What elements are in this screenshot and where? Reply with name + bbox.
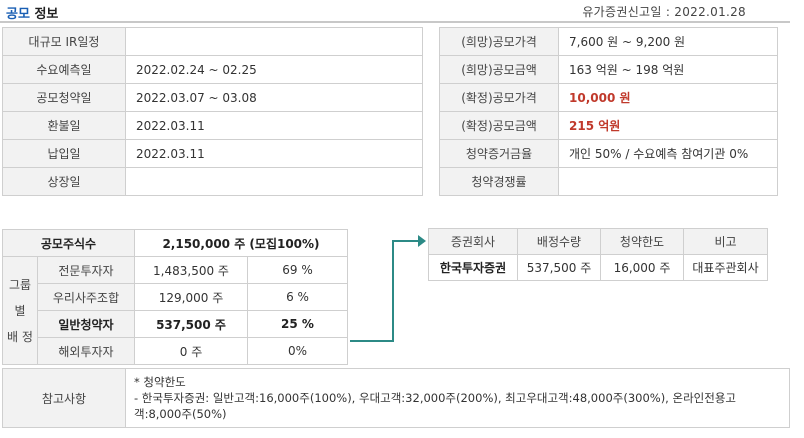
- schedule-value: 2022.03.07 ~ 03.08: [125, 83, 423, 112]
- table-row: 청약증거금율 개인 50% / 수요예측 참여기관 0%: [439, 139, 778, 168]
- group-allocation-label: 그룹별 배 정: [2, 256, 38, 365]
- table-row: 공모청약일 2022.03.07 ~ 03.08: [2, 83, 423, 112]
- allocated-pct: 25 %: [247, 310, 348, 338]
- schedule-label: 상장일: [2, 167, 126, 196]
- schedule-label: 대규모 IR일정: [2, 27, 126, 56]
- investor-type: 전문투자자: [37, 256, 135, 284]
- table-row: (확정)공모금액 215 억원: [439, 111, 778, 140]
- schedule-value: 2022.03.11: [125, 111, 423, 140]
- pricing-label: (확정)공모가격: [439, 83, 559, 112]
- investor-type: 해외투자자: [37, 337, 135, 365]
- notes-table: 참고사항 * 청약한도 - 한국투자증권: 일반고객:16,000주(100%)…: [2, 368, 790, 428]
- pricing-label: (희망)공모가격: [439, 27, 559, 56]
- allocated-shares: 1,483,500 주: [134, 256, 248, 284]
- group-label-line1: 그룹별: [8, 277, 32, 318]
- schedule-value: [125, 27, 423, 56]
- underwriter-qty: 537,500 주: [517, 254, 601, 281]
- table-row: 참고사항 * 청약한도 - 한국투자증권: 일반고객:16,000주(100%)…: [2, 368, 790, 428]
- allocated-shares: 537,500 주: [134, 310, 248, 338]
- column-header: 증권회사: [428, 228, 518, 255]
- allocated-pct: 0%: [247, 337, 348, 365]
- table-row: 해외투자자 0 주 0%: [3, 337, 348, 365]
- table-header-row: 증권회사 배정수량 청약한도 비고: [428, 228, 768, 255]
- underwriter-note: 대표주관회사: [683, 254, 768, 281]
- schedule-label: 납입일: [2, 139, 126, 168]
- pricing-table: (희망)공모가격 7,600 원 ~ 9,200 원 (희망)공모금액 163 …: [439, 27, 778, 196]
- table-row: 그룹별 배 정 전문투자자 1,483,500 주 69 %: [2, 256, 348, 365]
- schedule-table: 대규모 IR일정 수요예측일 2022.02.24 ~ 02.25 공모청약일 …: [2, 27, 423, 196]
- pricing-label: 청약증거금율: [439, 139, 559, 168]
- table-row: 상장일: [2, 167, 423, 196]
- title-suffix: 정보: [34, 7, 59, 22]
- underwriter-table: 증권회사 배정수량 청약한도 비고 한국투자증권 537,500 주 16,00…: [428, 228, 768, 281]
- pricing-label: 청약경쟁률: [439, 167, 559, 196]
- table-row: 대규모 IR일정: [2, 27, 423, 56]
- pricing-label: (희망)공모금액: [439, 55, 559, 84]
- notes-line: - 한국투자증권: 일반고객:16,000주(100%), 우대고객:32,00…: [134, 391, 736, 421]
- table-row: 환불일 2022.03.11: [2, 111, 423, 140]
- total-shares-label: 공모주식수: [2, 229, 135, 257]
- allocated-shares: 129,000 주: [134, 283, 248, 311]
- schedule-value: [125, 167, 423, 196]
- group-label-line2: 배 정: [7, 329, 33, 344]
- table-row: (희망)공모가격 7,600 원 ~ 9,200 원: [439, 27, 778, 56]
- table-row: 일반청약자 537,500 주 25 %: [3, 310, 348, 338]
- schedule-label: 수요예측일: [2, 55, 126, 84]
- column-header: 청약한도: [600, 228, 684, 255]
- arrow-right-icon: [418, 235, 426, 247]
- table-row: (희망)공모금액 163 억원 ~ 198 억원: [439, 55, 778, 84]
- connector-line: [392, 240, 394, 342]
- pricing-value: 163 억원 ~ 198 억원: [558, 55, 778, 84]
- filing-date: 유가증권신고일 : 2022.01.28: [582, 5, 746, 19]
- schedule-value: 2022.03.11: [125, 139, 423, 168]
- connector-line: [392, 240, 420, 242]
- pricing-label: (확정)공모금액: [439, 111, 559, 140]
- pricing-value: 215 억원: [558, 111, 778, 140]
- table-row: 우리사주조합 129,000 주 6 %: [3, 283, 348, 311]
- allocated-shares: 0 주: [134, 337, 248, 365]
- investor-type: 일반청약자: [37, 310, 135, 338]
- underwriter-company: 한국투자증권: [428, 254, 518, 281]
- column-header: 비고: [683, 228, 768, 255]
- investor-type: 우리사주조합: [37, 283, 135, 311]
- table-row: 청약경쟁률: [439, 167, 778, 196]
- title-prefix: 공모: [6, 7, 30, 22]
- allocation-table: 공모주식수 2,150,000 주 (모집100%) 그룹별 배 정 전문투자자…: [2, 229, 348, 365]
- table-row: 한국투자증권 537,500 주 16,000 주 대표주관회사: [428, 254, 768, 281]
- notes-line: * 청약한도: [134, 375, 186, 389]
- table-row: 공모주식수 2,150,000 주 (모집100%): [2, 229, 348, 257]
- schedule-label: 공모청약일: [2, 83, 126, 112]
- section-title: 공모 정보: [6, 3, 58, 22]
- schedule-value: 2022.02.24 ~ 02.25: [125, 55, 423, 84]
- pricing-value: [558, 167, 778, 196]
- underwriter-limit: 16,000 주: [600, 254, 684, 281]
- column-header: 배정수량: [517, 228, 601, 255]
- allocated-pct: 69 %: [247, 256, 348, 284]
- notes-body: * 청약한도 - 한국투자증권: 일반고객:16,000주(100%), 우대고…: [125, 368, 790, 428]
- pricing-value: 7,600 원 ~ 9,200 원: [558, 27, 778, 56]
- table-row: 수요예측일 2022.02.24 ~ 02.25: [2, 55, 423, 84]
- notes-label: 참고사항: [2, 368, 126, 428]
- pricing-value: 10,000 원: [558, 83, 778, 112]
- table-row: 납입일 2022.03.11: [2, 139, 423, 168]
- pricing-value: 개인 50% / 수요예측 참여기관 0%: [558, 139, 778, 168]
- total-shares-value: 2,150,000 주 (모집100%): [134, 229, 348, 257]
- connector-line: [350, 340, 394, 342]
- table-row: (확정)공모가격 10,000 원: [439, 83, 778, 112]
- allocated-pct: 6 %: [247, 283, 348, 311]
- header-divider: [0, 21, 790, 23]
- schedule-label: 환불일: [2, 111, 126, 140]
